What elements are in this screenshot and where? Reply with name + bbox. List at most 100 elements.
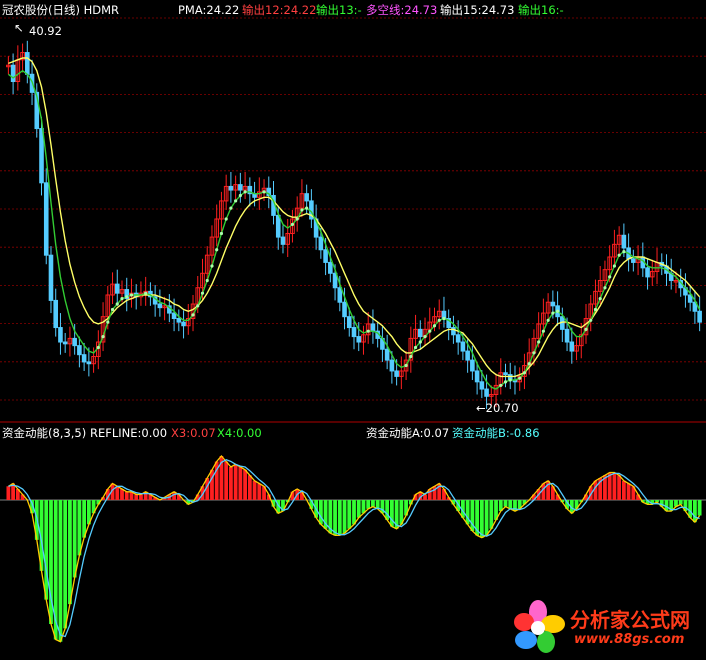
candle-body bbox=[621, 234, 627, 249]
candle-body bbox=[228, 185, 234, 191]
trend-dot bbox=[432, 324, 437, 328]
candle-body bbox=[351, 327, 357, 338]
trend-dot bbox=[555, 309, 560, 313]
flower-logo-icon bbox=[514, 600, 565, 653]
trend-dot bbox=[622, 249, 626, 254]
candle-body bbox=[417, 328, 423, 338]
trend-dot bbox=[290, 222, 295, 227]
candle-body bbox=[181, 321, 186, 327]
trend-dot bbox=[305, 206, 309, 210]
trend-dot bbox=[243, 190, 247, 194]
trend-dot bbox=[551, 311, 555, 315]
high-arrow: ↖ bbox=[14, 21, 24, 35]
candle-body bbox=[48, 254, 54, 301]
trend-dot bbox=[593, 307, 598, 312]
candle-body bbox=[503, 372, 508, 376]
trend-dot bbox=[541, 329, 545, 333]
watermark-text: 分析家公式网 bbox=[570, 608, 690, 632]
candle-body bbox=[86, 361, 92, 365]
indicator-x4: X4:0.00 bbox=[217, 426, 262, 440]
trend-dot bbox=[423, 334, 427, 339]
candle-body bbox=[25, 52, 30, 75]
trend-dot bbox=[215, 248, 219, 252]
trend-dot bbox=[234, 199, 238, 203]
candle-body bbox=[394, 370, 399, 377]
trend-dot bbox=[518, 376, 522, 380]
legend-multi: 多空线:24.73 bbox=[366, 3, 438, 17]
trend-dot bbox=[418, 340, 422, 344]
candle-body bbox=[77, 345, 82, 356]
trend-dot bbox=[205, 278, 209, 283]
candle-body bbox=[470, 359, 475, 372]
trend-dot bbox=[428, 329, 432, 333]
candle-body bbox=[645, 267, 650, 278]
legend-out16: 输出16:- bbox=[518, 3, 564, 17]
candle-body bbox=[479, 381, 485, 390]
candle-body bbox=[53, 299, 59, 329]
trend-dot bbox=[508, 378, 512, 382]
candle-body bbox=[451, 327, 456, 336]
candle-body bbox=[176, 318, 182, 323]
candle-body bbox=[275, 214, 281, 238]
trend-dot bbox=[219, 231, 224, 236]
candle-body bbox=[631, 258, 636, 263]
trend-dot bbox=[617, 253, 621, 257]
watermark-url: www.88gs.com bbox=[574, 632, 685, 647]
trend-dot bbox=[608, 275, 612, 279]
trend-dot bbox=[210, 264, 214, 268]
trend-dot bbox=[295, 217, 299, 221]
trend-dot bbox=[191, 313, 195, 317]
candle-body bbox=[569, 341, 575, 352]
trend-dot bbox=[612, 264, 617, 268]
trend-dot bbox=[144, 291, 148, 295]
candle-body bbox=[171, 312, 177, 319]
candle-body bbox=[564, 328, 570, 343]
watermark-logo: 分析家公式网 www.88gs.com bbox=[508, 598, 704, 658]
legend-out15: 输出15:24.73 bbox=[440, 3, 515, 17]
candle-body bbox=[43, 182, 49, 256]
candle-body bbox=[474, 370, 480, 383]
trend-dot bbox=[404, 363, 408, 368]
trend-dot bbox=[437, 318, 441, 322]
candle-body bbox=[337, 287, 343, 303]
indicator-title: 资金动能(8,3,5) bbox=[2, 426, 87, 440]
candle-body bbox=[342, 301, 347, 318]
candle-body bbox=[455, 334, 461, 343]
trend-dot bbox=[589, 318, 593, 322]
trend-dot bbox=[196, 304, 200, 308]
legend-out13: 输出13:- bbox=[316, 3, 362, 17]
trend-dot bbox=[413, 345, 418, 350]
candle-body bbox=[280, 236, 286, 245]
trend-dot bbox=[546, 318, 550, 322]
trend-dot bbox=[262, 190, 266, 194]
stock-chart bbox=[0, 17, 706, 643]
chart-title: 冠农股份(日线) HDMR bbox=[2, 3, 120, 17]
trend-dot bbox=[499, 383, 503, 388]
trend-dot bbox=[532, 351, 536, 355]
trend-dot bbox=[584, 327, 588, 331]
trend-dot bbox=[120, 297, 124, 301]
candle-body bbox=[10, 64, 16, 83]
candle-body bbox=[58, 327, 63, 343]
indicator-refline: REFLINE:0.00 bbox=[90, 426, 168, 440]
candle-body bbox=[697, 310, 702, 323]
candle-body bbox=[370, 323, 376, 332]
trend-dot bbox=[409, 354, 413, 359]
low-label: ←20.70 bbox=[476, 401, 519, 415]
trend-dot bbox=[224, 217, 228, 221]
trend-dot bbox=[129, 293, 134, 297]
indicator-b: 资金动能B:-0.86 bbox=[452, 426, 540, 440]
candle-body bbox=[62, 341, 68, 345]
candle-body bbox=[328, 261, 333, 274]
trend-dot bbox=[442, 316, 446, 321]
candle-body bbox=[384, 348, 390, 361]
price-grid bbox=[0, 17, 706, 401]
trend-dot bbox=[238, 193, 242, 198]
indicator-a: 资金动能A:0.07 bbox=[366, 426, 450, 440]
legend-pma: PMA:24.22 bbox=[178, 3, 240, 17]
candle-body bbox=[114, 283, 120, 294]
candle-body bbox=[39, 128, 44, 184]
candle-body bbox=[389, 359, 395, 372]
trend-dot bbox=[300, 208, 304, 212]
trend-dot bbox=[101, 334, 105, 339]
